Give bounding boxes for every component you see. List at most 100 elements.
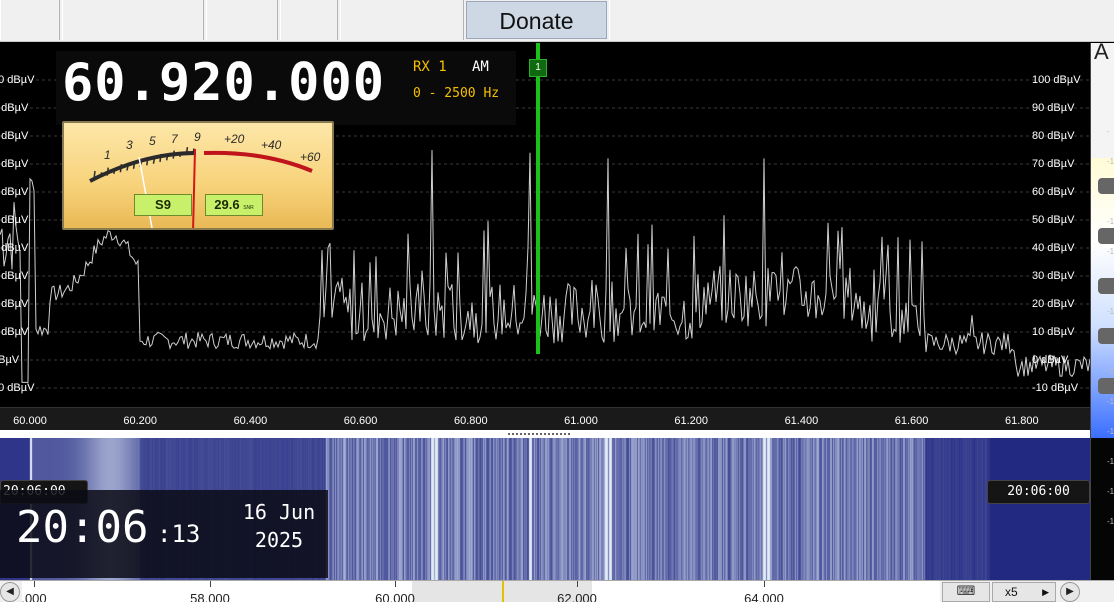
- s-meter-tick: [99, 172, 103, 178]
- band-scale-bar[interactable]: ◀ .000 58.000 60.000 62.000 64.000 ⌨ x5 ▶ ▶: [0, 580, 1114, 602]
- donate-button[interactable]: Donate: [466, 1, 607, 39]
- side-scale-mark: -1: [1107, 517, 1114, 526]
- toolbar-button-5[interactable]: [340, 0, 464, 40]
- s-reading-box: S9: [134, 194, 192, 216]
- y-axis-label-right: 100 dBµV: [1032, 74, 1081, 86]
- y-axis-label-right: 60 dBµV: [1032, 186, 1075, 198]
- frequency-axis[interactable]: 60.000 60.200 60.400 60.600 60.800 61.000 61.2…: [0, 407, 1090, 430]
- side-panel-top: A: [1091, 43, 1114, 158]
- clock-year: 2025: [254, 528, 304, 552]
- colour-scale-gradient[interactable]: [1091, 158, 1114, 438]
- band-scale-tick-mark: [395, 581, 396, 587]
- s-meter-tick: [159, 153, 162, 163]
- x-axis-tick-label: 61.000: [564, 415, 598, 427]
- toolbar-button-2[interactable]: [62, 0, 204, 40]
- scroll-left-button[interactable]: ◀: [0, 582, 20, 602]
- divider-grip[interactable]: [508, 433, 570, 435]
- s-scale-plus60: +60: [300, 150, 321, 164]
- tuning-marker-line: [536, 43, 540, 354]
- s-meter-tick: [93, 170, 96, 180]
- y-axis-label-right: 10 dBµV: [1032, 326, 1075, 338]
- band-scale-tick: 62.000: [557, 591, 597, 602]
- clock-seconds: :13: [157, 520, 201, 548]
- s-scale-5: 5: [149, 134, 156, 148]
- s-scale-plus40: +40: [261, 138, 282, 152]
- band-scale-tick: .000: [21, 591, 47, 602]
- colour-scale-handle[interactable]: [1098, 178, 1114, 194]
- x-axis-tick-label: 60.400: [233, 415, 268, 427]
- toolbar-empty-area: [609, 0, 1114, 40]
- clock-date: 16 Jun 2025: [234, 498, 324, 554]
- y-axis-label-right: 30 dBµV: [1032, 270, 1075, 282]
- colour-scale-handle[interactable]: [1098, 228, 1114, 244]
- bandwidth-label[interactable]: 0 - 2500 Hz: [413, 86, 499, 101]
- y-axis-label-right: 20 dBµV: [1032, 298, 1075, 310]
- clock-day-month: 16 Jun: [242, 500, 316, 524]
- x-axis-tick-label: 60.800: [453, 415, 488, 427]
- s-scale-7: 7: [171, 132, 179, 146]
- waterfall-display[interactable]: 20:06:00 20:06:00 20:06 :13 16 Jun 2025: [0, 438, 1090, 580]
- y-axis-label-right: 40 dBµV: [1032, 242, 1075, 254]
- y-axis-label-right: -10 dBµV: [1032, 382, 1079, 394]
- band-scale-tick: 58.000: [190, 591, 230, 602]
- frequency-display[interactable]: 60.920.000: [62, 53, 385, 113]
- toolbar-button-1[interactable]: [0, 0, 60, 40]
- x-axis-tick-label: 60.600: [343, 415, 378, 427]
- band-scale-tick-mark: [34, 581, 35, 587]
- side-scale-mark: -1: [1107, 217, 1114, 226]
- band-scale-tick: 64.000: [744, 591, 784, 602]
- y-axis-label-left: dBµV: [0, 354, 20, 366]
- zoom-selector[interactable]: x5 ▶: [992, 582, 1056, 602]
- s-meter-tick: [172, 150, 175, 159]
- colour-scale-handle[interactable]: [1098, 278, 1114, 294]
- s-meter-tick: [126, 165, 129, 171]
- s-meter-arc-over: [203, 150, 313, 173]
- band-scale[interactable]: .000 58.000 60.000 62.000 64.000: [21, 581, 940, 602]
- s-scale-9: 9: [194, 130, 201, 144]
- s-scale-plus20: +20: [224, 132, 245, 146]
- y-axis-label-right: 90 dBµV: [1032, 102, 1075, 114]
- side-scale-mark: -1: [1107, 487, 1114, 496]
- band-scale-tick-mark: [210, 581, 211, 587]
- s-scale-1: 1: [104, 148, 111, 162]
- s-meter-tick: [179, 151, 182, 158]
- clock-time: 20:06: [16, 502, 149, 553]
- s-meter-tick: [152, 158, 156, 164]
- toolbar-button-4[interactable]: [280, 0, 338, 40]
- s-meter-tick: [132, 160, 136, 169]
- s-meter-tick: [106, 167, 109, 176]
- chevron-right-icon: ▶: [1042, 587, 1049, 597]
- mode-label[interactable]: AM: [472, 59, 489, 75]
- side-scale-mark: -1: [1107, 157, 1114, 166]
- toolbar-button-3[interactable]: [206, 0, 278, 40]
- s-meter-tick: [113, 168, 116, 175]
- s-meter-needle-peak: [138, 156, 153, 228]
- y-axis-label-right: 50 dBµV: [1032, 214, 1075, 226]
- snr-value: 29.6: [214, 197, 240, 212]
- clock-panel: 20:06 :13 16 Jun 2025: [0, 490, 328, 578]
- x-axis-tick-label: 61.200: [674, 415, 709, 427]
- toolbar: Donate: [0, 0, 1114, 42]
- colour-scale-handle[interactable]: [1098, 328, 1114, 344]
- keyboard-icon[interactable]: ⌨: [942, 582, 990, 602]
- scroll-right-button[interactable]: ▶: [1060, 582, 1080, 602]
- spectrum-display[interactable]: 60.920.000 RX 1 AM 0 - 2500 Hz 1 1 3 5 7…: [0, 43, 1090, 430]
- zoom-value: x5: [1005, 585, 1018, 599]
- y-axis-label-left: 00 dBµV: [0, 74, 35, 86]
- side-scale-mark: -1: [1107, 367, 1114, 376]
- side-scale-mark: -1: [1107, 397, 1114, 406]
- y-axis-label-left: 10 dBµV: [0, 382, 35, 394]
- x-axis-tick-label: 61.800: [1004, 415, 1039, 427]
- s-meter-tick: [185, 147, 189, 156]
- panel-divider[interactable]: [0, 430, 1090, 438]
- colour-scale-handle[interactable]: [1098, 378, 1114, 394]
- y-axis-label-left: 0 dBµV: [0, 242, 29, 254]
- side-scale-mark: -1: [1107, 307, 1114, 316]
- s-meter-tick: [165, 155, 169, 161]
- y-axis-label-left: 0 dBµV: [0, 270, 29, 282]
- channel-marker[interactable]: 1: [529, 59, 547, 77]
- y-axis-label-right: 0 dBµV: [1032, 354, 1069, 366]
- y-axis-label-left: 0 dBµV: [0, 130, 29, 142]
- band-cursor: [502, 581, 504, 602]
- receiver-label[interactable]: RX 1: [413, 59, 447, 75]
